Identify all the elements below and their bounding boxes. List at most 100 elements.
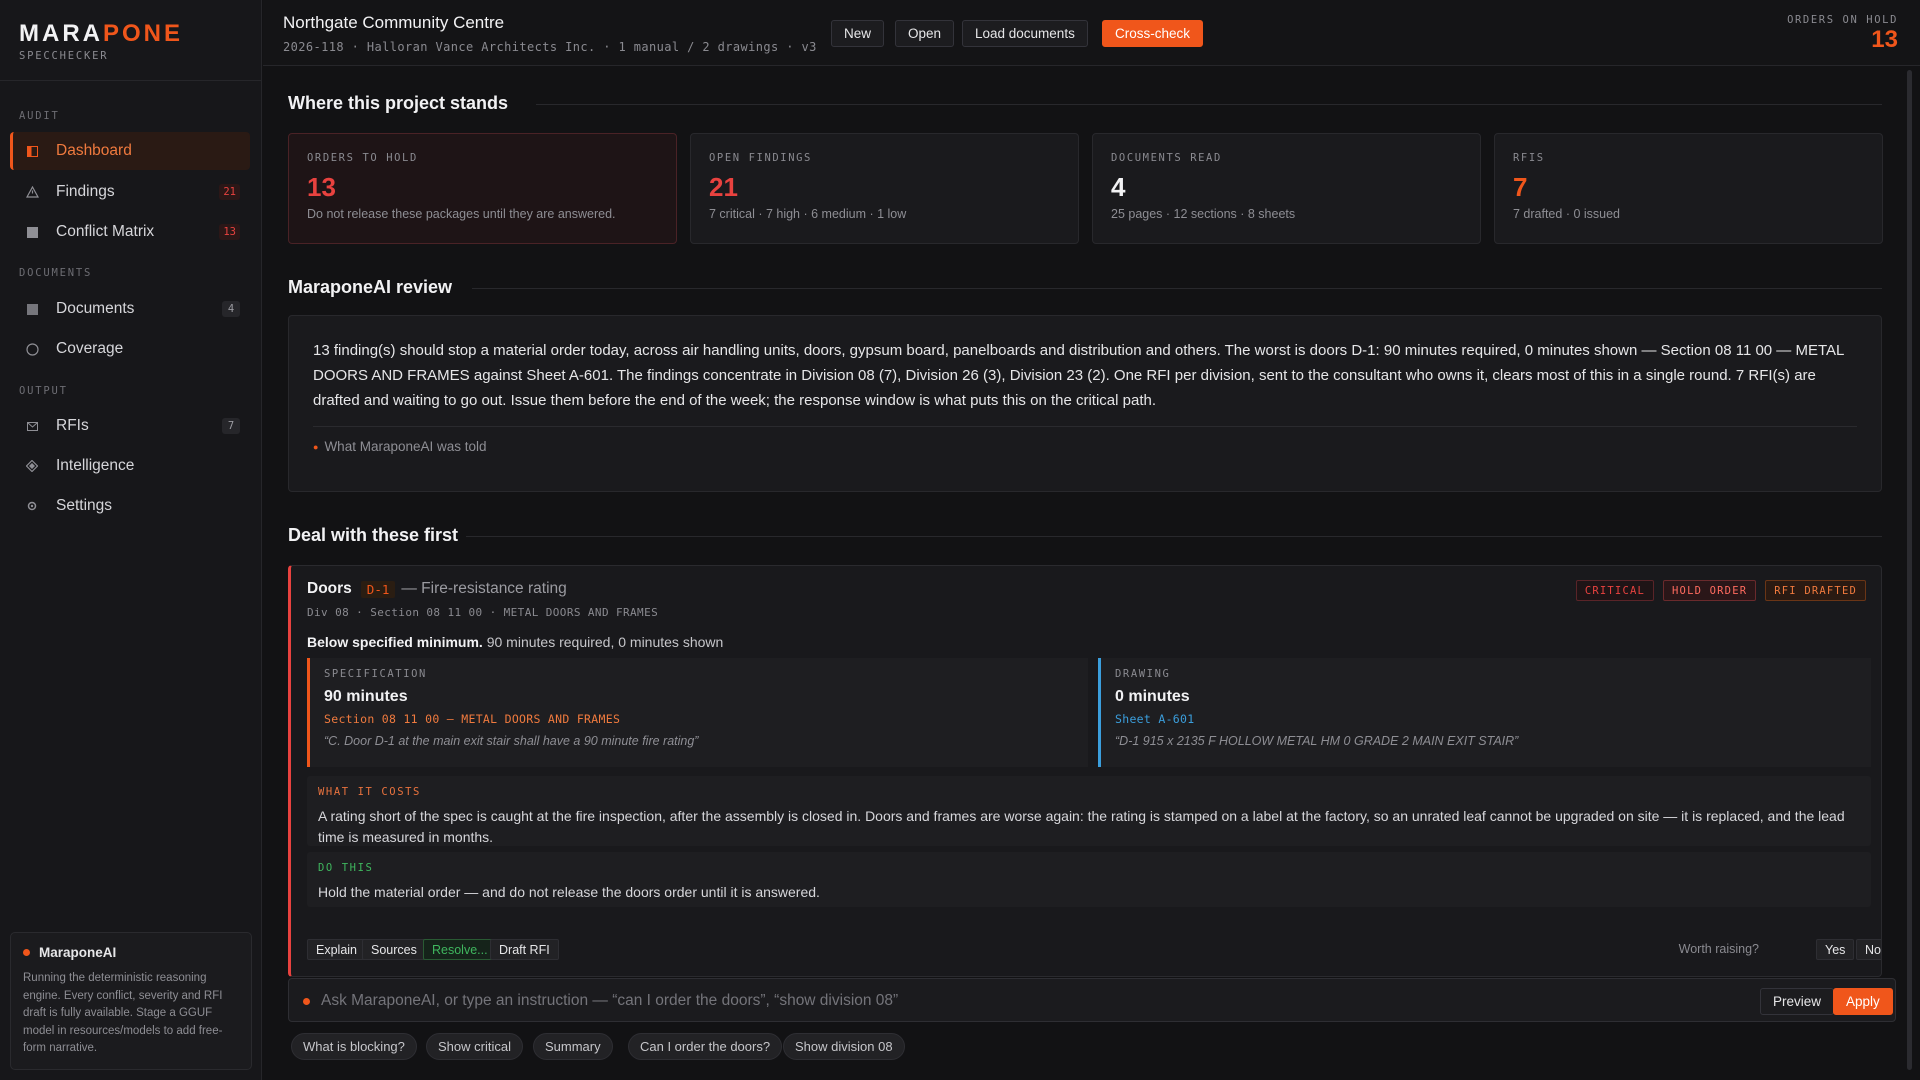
bullet-icon: ● bbox=[313, 441, 319, 452]
drawing-label: DRAWING bbox=[1115, 668, 1171, 680]
sidebar-item-label: Conflict Matrix bbox=[56, 223, 155, 240]
resolve-button[interactable]: Resolve... bbox=[423, 939, 497, 960]
chip-summary[interactable]: Summary bbox=[533, 1033, 613, 1060]
summary-bold: Below specified minimum. bbox=[307, 634, 483, 650]
status-dot-icon bbox=[23, 949, 30, 956]
hold-order-badge: HOLD ORDER bbox=[1663, 580, 1757, 601]
worth-no-button[interactable]: No bbox=[1856, 939, 1881, 960]
cross-check-button[interactable]: Cross-check bbox=[1102, 20, 1204, 47]
ai-dot-icon bbox=[303, 998, 310, 1005]
sidebar-item-label: Dashboard bbox=[56, 142, 132, 159]
do-text: Hold the material order — and do not rel… bbox=[318, 884, 820, 900]
scrollbar[interactable] bbox=[1907, 70, 1912, 1070]
sidebar-item-label: Coverage bbox=[56, 340, 124, 357]
finding-title: — Fire-resistance rating bbox=[401, 580, 567, 597]
stat-value: 7 bbox=[1513, 172, 1528, 202]
project-title: Northgate Community Centre bbox=[283, 13, 505, 32]
sidebar-divider bbox=[0, 80, 262, 81]
cost-text: A rating short of the spec is caught at … bbox=[318, 808, 1845, 845]
chip-show-division-08[interactable]: Show division 08 bbox=[783, 1033, 905, 1060]
topbar: Northgate Community Centre 2026-118 · Ha… bbox=[263, 0, 1920, 66]
told-label: What MaraponeAI was told bbox=[324, 439, 487, 454]
section-heading-review: MaraponeAI review bbox=[288, 277, 452, 298]
do-label: DO THIS bbox=[318, 862, 374, 874]
explain-button[interactable]: Explain bbox=[307, 939, 366, 960]
conflict-count-badge: 13 bbox=[219, 224, 240, 240]
open-button[interactable]: Open bbox=[895, 20, 955, 47]
spec-reference-link[interactable]: Section 08 11 00 — METAL DOORS AND FRAME… bbox=[324, 712, 1074, 726]
sidebar-item-conflict-matrix[interactable]: Conflict Matrix 13 bbox=[10, 213, 250, 251]
specification-panel: SPECIFICATION 90 minutes Section 08 11 0… bbox=[307, 658, 1088, 767]
stat-value: 13 bbox=[307, 172, 336, 202]
stat-label: ORDERS TO HOLD bbox=[307, 152, 418, 164]
heading-rule bbox=[472, 288, 1882, 289]
warning-icon bbox=[24, 184, 40, 200]
stat-orders-to-hold[interactable]: ORDERS TO HOLD 13 Do not release these p… bbox=[288, 133, 677, 244]
spec-label: SPECIFICATION bbox=[324, 668, 427, 680]
project-meta: 2026-118 · Halloran Vance Architects Inc… bbox=[283, 40, 817, 54]
review-divider bbox=[313, 426, 1857, 427]
worth-raising-label: Worth raising? bbox=[1678, 942, 1759, 956]
dashboard-icon bbox=[24, 143, 40, 159]
review-heading-text: MaraponeAI review bbox=[288, 277, 453, 297]
stat-documents-read[interactable]: DOCUMENTS READ 4 25 pages · 12 sections … bbox=[1092, 133, 1481, 244]
chip-show-critical[interactable]: Show critical bbox=[426, 1033, 523, 1060]
sidebar-item-settings[interactable]: Settings bbox=[10, 487, 250, 525]
stat-open-findings[interactable]: OPEN FINDINGS 21 7 critical · 7 high · 6… bbox=[690, 133, 1079, 244]
finding-name: Doors bbox=[307, 580, 352, 597]
finding-summary: Below specified minimum. 90 minutes requ… bbox=[307, 634, 723, 650]
drawing-value: 0 minutes bbox=[1115, 688, 1190, 705]
stat-value: 4 bbox=[1111, 172, 1126, 202]
section-documents: DOCUMENTS bbox=[19, 267, 93, 279]
sidebar-item-label: RFIs bbox=[56, 417, 89, 434]
stands-heading-text: Where this project stands bbox=[288, 93, 509, 113]
diamond-icon bbox=[24, 458, 40, 474]
drawing-reference-link[interactable]: Sheet A-601 bbox=[1115, 712, 1857, 726]
preview-button[interactable]: Preview bbox=[1760, 988, 1835, 1015]
gear-icon bbox=[24, 498, 40, 514]
brand-subtitle: SPECCHECKER bbox=[19, 50, 109, 62]
stat-sub: 25 pages · 12 sections · 8 sheets bbox=[1111, 207, 1296, 221]
first-heading-text: Deal with these first bbox=[288, 525, 459, 545]
spec-quote: “C. Door D-1 at the main exit stair shal… bbox=[324, 734, 699, 748]
ai-status-panel: MaraponeAI Running the deterministic rea… bbox=[10, 932, 252, 1070]
chip-what-is-blocking[interactable]: What is blocking? bbox=[291, 1033, 417, 1060]
spec-value: 90 minutes bbox=[324, 688, 408, 705]
heading-rule bbox=[466, 536, 1882, 537]
draft-rfi-button[interactable]: Draft RFI bbox=[490, 939, 559, 960]
sidebar-item-findings[interactable]: Findings 21 bbox=[10, 173, 250, 211]
what-ai-was-told-toggle[interactable]: ● What MaraponeAI was told bbox=[313, 439, 1857, 454]
stat-sub: 7 drafted · 0 issued bbox=[1513, 207, 1621, 221]
stat-label: OPEN FINDINGS bbox=[709, 152, 812, 164]
new-button[interactable]: New bbox=[831, 20, 885, 47]
section-output: OUTPUT bbox=[19, 385, 68, 397]
drawing-quote: “D-1 915 x 2135 F HOLLOW METAL HM 0 GRAD… bbox=[1115, 734, 1519, 748]
apply-button[interactable]: Apply bbox=[1833, 988, 1893, 1015]
review-text: 13 finding(s) should stop a material ord… bbox=[313, 342, 1844, 409]
stat-rfis[interactable]: RFIS 7 7 drafted · 0 issued bbox=[1494, 133, 1883, 244]
finding-badges: CRITICAL HOLD ORDER RFI DRAFTED bbox=[1575, 580, 1866, 601]
critical-badge: CRITICAL bbox=[1575, 580, 1655, 601]
sidebar-item-label: Documents bbox=[56, 300, 135, 317]
sidebar-item-coverage[interactable]: Coverage bbox=[10, 330, 250, 368]
document-icon bbox=[24, 301, 40, 317]
sidebar-item-rfis[interactable]: RFIs 7 bbox=[10, 407, 250, 445]
command-input[interactable] bbox=[321, 986, 1621, 1016]
section-heading-stands: Where this project stands bbox=[288, 93, 508, 114]
do-this-panel: DO THIS Hold the material order — and do… bbox=[307, 852, 1871, 907]
chip-can-i-order-doors[interactable]: Can I order the doors? bbox=[628, 1033, 783, 1060]
sidebar-item-intelligence[interactable]: Intelligence bbox=[10, 447, 250, 485]
heading-rule bbox=[536, 104, 1882, 105]
orders-on-hold-label: ORDERS ON HOLD bbox=[1787, 14, 1898, 26]
load-documents-button[interactable]: Load documents bbox=[962, 20, 1088, 47]
sidebar: MARAPONE SPECCHECKER AUDIT Dashboard Fin… bbox=[0, 0, 262, 1080]
rfi-drafted-badge: RFI DRAFTED bbox=[1765, 580, 1866, 601]
orders-on-hold-value: 13 bbox=[1871, 26, 1898, 53]
drawing-panel: DRAWING 0 minutes Sheet A-601 “D-1 915 x… bbox=[1098, 658, 1871, 767]
sidebar-item-dashboard[interactable]: Dashboard bbox=[10, 132, 250, 170]
worth-yes-button[interactable]: Yes bbox=[1816, 939, 1855, 960]
sources-button[interactable]: Sources bbox=[362, 939, 426, 960]
stat-label: DOCUMENTS READ bbox=[1111, 152, 1222, 164]
sidebar-item-documents[interactable]: Documents 4 bbox=[10, 290, 250, 328]
coverage-icon bbox=[24, 341, 40, 357]
